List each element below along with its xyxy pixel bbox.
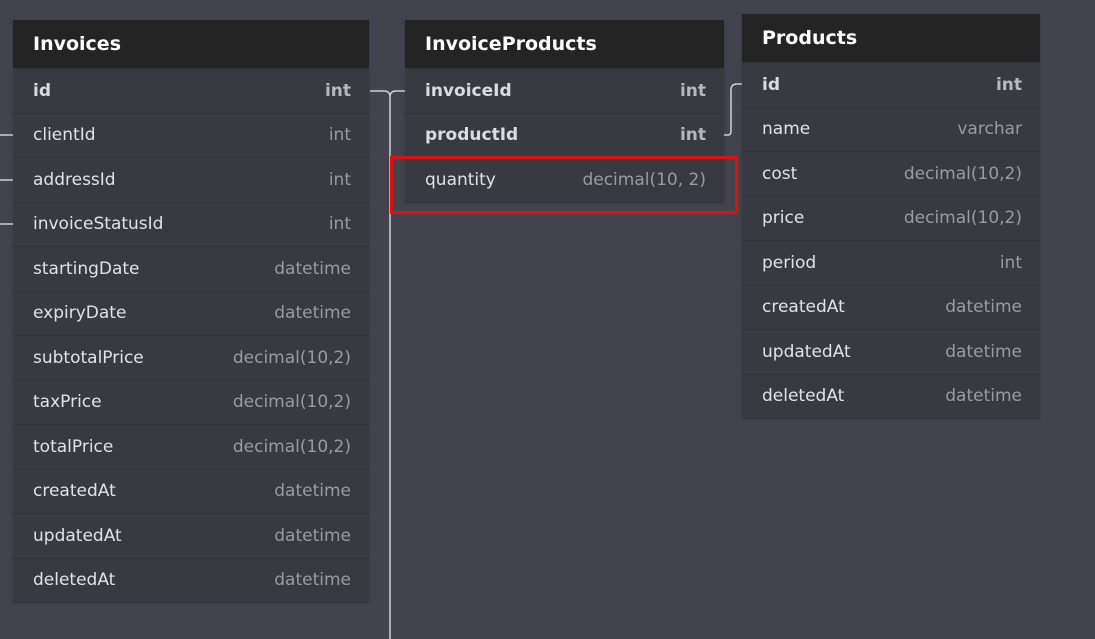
table-row[interactable]: taxPrice decimal(10,2) [13, 379, 369, 425]
field-name: taxPrice [33, 392, 102, 413]
table-row[interactable]: productId int [405, 112, 724, 158]
field-name: subtotalPrice [33, 347, 144, 368]
table-row[interactable]: id int [13, 68, 369, 113]
table-invoices[interactable]: Invoices id int clientId int addressId int inv… [13, 20, 369, 602]
field-type: decimal(10,2) [903, 208, 1022, 229]
field-name: startingDate [33, 258, 140, 279]
field-name: name [762, 119, 811, 140]
table-row[interactable]: clientId int [13, 112, 369, 158]
field-name: addressId [33, 169, 116, 190]
field-name: createdAt [33, 481, 116, 502]
field-name: invoiceStatusId [33, 214, 164, 235]
table-row[interactable]: deletedAt datetime [13, 557, 369, 603]
table-row[interactable]: invoiceStatusId int [13, 201, 369, 247]
field-type: datetime [274, 570, 351, 591]
table-row[interactable]: updatedAt datetime [13, 513, 369, 558]
field-type: datetime [945, 297, 1022, 318]
field-type: decimal(10,2) [232, 436, 351, 457]
table-row[interactable]: totalPrice decimal(10,2) [13, 424, 369, 469]
table-row[interactable]: createdAt datetime [742, 284, 1040, 330]
field-type: varchar [957, 119, 1022, 140]
field-type: decimal(10,2) [903, 163, 1022, 184]
field-name: updatedAt [33, 525, 122, 546]
field-name: createdAt [762, 297, 845, 318]
field-name: period [762, 252, 817, 273]
connector-product-id [724, 83, 742, 136]
table-row[interactable]: updatedAt datetime [742, 329, 1040, 374]
table-row[interactable]: startingDate datetime [13, 246, 369, 291]
field-type: int [995, 74, 1022, 95]
table-row[interactable]: price decimal(10,2) [742, 195, 1040, 241]
table-row[interactable]: invoiceId int [405, 68, 724, 113]
field-type: datetime [274, 481, 351, 502]
field-name: productId [425, 125, 519, 146]
table-row[interactable]: expiryDate datetime [13, 290, 369, 336]
table-row[interactable]: createdAt datetime [13, 468, 369, 514]
field-type: int [999, 252, 1022, 273]
table-row[interactable]: addressId int [13, 157, 369, 202]
field-name: totalPrice [33, 436, 114, 457]
table-row[interactable]: period int [742, 240, 1040, 285]
table-products[interactable]: Products id int name varchar cost decimal(10,… [742, 14, 1040, 418]
field-type: datetime [945, 341, 1022, 362]
field-type: datetime [274, 258, 351, 279]
field-name: id [762, 74, 780, 95]
diagram-canvas: Invoices id int clientId int addressId int inv… [0, 0, 1095, 639]
field-name: expiryDate [33, 303, 127, 324]
field-type: int [328, 169, 351, 190]
field-type: int [679, 125, 706, 146]
highlight-box [390, 156, 738, 214]
table-row[interactable]: cost decimal(10,2) [742, 151, 1040, 196]
field-type: int [328, 125, 351, 146]
field-name: price [762, 208, 805, 229]
table-row[interactable]: subtotalPrice decimal(10,2) [13, 335, 369, 380]
table-row[interactable]: id int [742, 62, 1040, 107]
field-type: datetime [274, 303, 351, 324]
field-type: datetime [945, 386, 1022, 407]
field-type: int [679, 80, 706, 101]
field-type: datetime [274, 525, 351, 546]
field-name: cost [762, 163, 798, 184]
table-row[interactable]: deletedAt datetime [742, 373, 1040, 419]
field-type: int [328, 214, 351, 235]
field-type: decimal(10,2) [232, 347, 351, 368]
field-name: clientId [33, 125, 96, 146]
field-name: deletedAt [33, 570, 116, 591]
table-title[interactable]: Invoices [13, 20, 369, 68]
field-type: int [324, 80, 351, 101]
field-name: deletedAt [762, 386, 845, 407]
field-name: updatedAt [762, 341, 851, 362]
table-title[interactable]: Products [742, 14, 1040, 62]
field-name: id [33, 80, 51, 101]
field-name: invoiceId [425, 80, 512, 101]
field-type: decimal(10,2) [232, 392, 351, 413]
table-row[interactable]: name varchar [742, 106, 1040, 152]
table-title[interactable]: InvoiceProducts [405, 20, 724, 68]
